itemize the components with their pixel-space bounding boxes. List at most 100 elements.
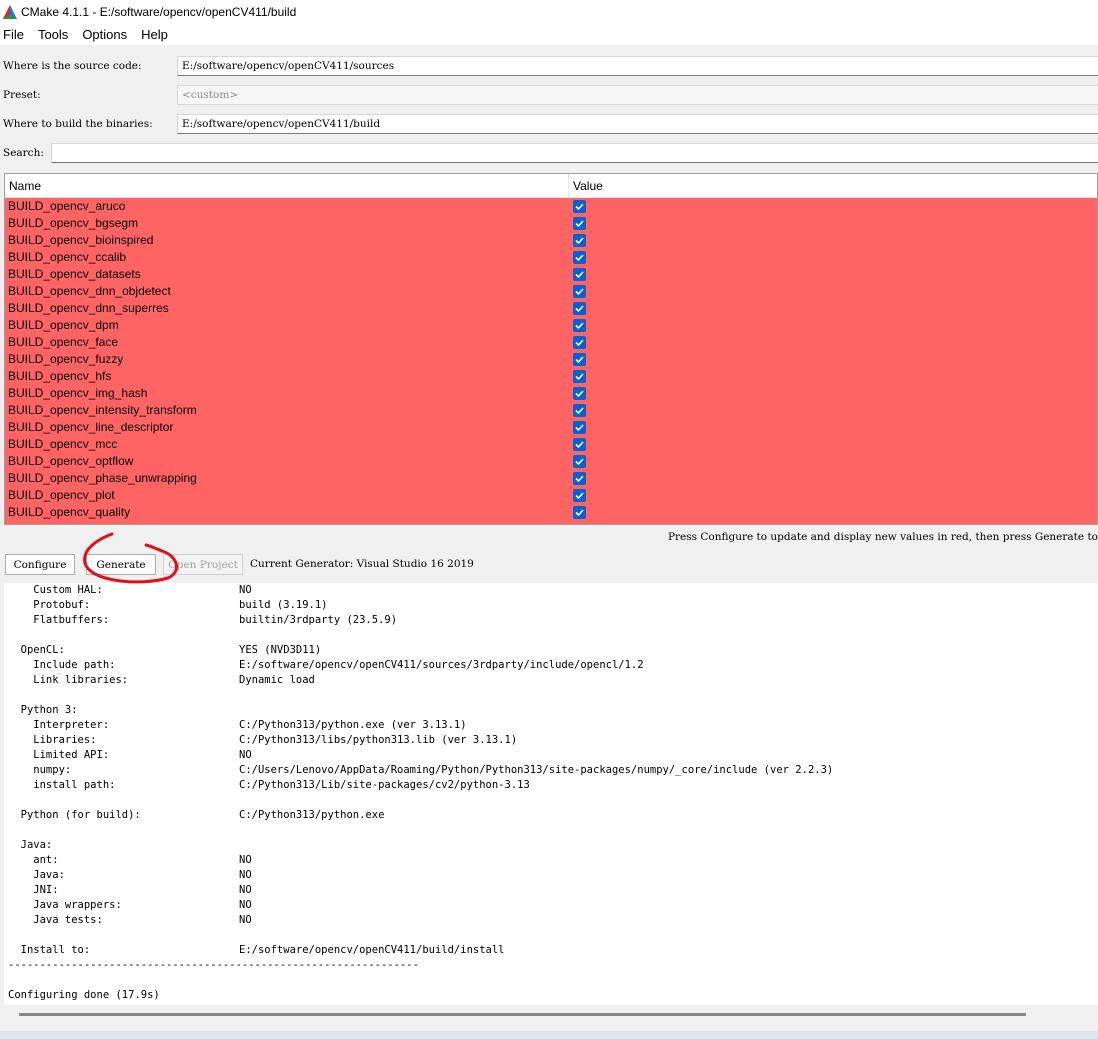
table-row[interactable]: BUILD_opencv_face — [5, 334, 1097, 351]
search-label: Search: — [3, 147, 44, 159]
cache-entry-value — [569, 215, 1097, 232]
table-body: BUILD_opencv_aruco BUILD_opencv_bgsegm BUI… — [5, 198, 1097, 524]
table-row[interactable]: BUILD_opencv_mcc — [5, 436, 1097, 453]
table-row[interactable]: BUILD_opencv_hfs — [5, 368, 1097, 385]
table-row[interactable]: BUILD_opencv_quality — [5, 504, 1097, 521]
output-line-value: E:/software/opencv/openCV411/build/insta… — [239, 944, 505, 956]
output-line-label: Custom HAL: — [8, 584, 103, 596]
checkbox-checked-icon[interactable] — [573, 472, 586, 485]
table-row[interactable]: BUILD_opencv_plot — [5, 487, 1097, 504]
output-line-label: ant: — [8, 854, 59, 866]
output-line-label: Interpreter: — [8, 719, 110, 731]
checkbox-checked-icon[interactable] — [573, 268, 586, 281]
table-row[interactable]: BUILD_opencv_dnn_objdetect — [5, 283, 1097, 300]
preset-field[interactable]: <custom> — [177, 85, 1098, 105]
output-line-label: Java: — [8, 869, 65, 881]
table-row[interactable]: BUILD_opencv_optflow — [5, 453, 1097, 470]
cache-entry-name: BUILD_opencv_mcc — [8, 437, 118, 451]
cache-entry-value — [569, 198, 1097, 215]
table-row[interactable]: BUILD_opencv_dpm — [5, 317, 1097, 334]
table-row[interactable]: BUILD_opencv_datasets — [5, 266, 1097, 283]
table-row[interactable]: BUILD_opencv_bioinspired — [5, 232, 1097, 249]
column-header-name[interactable]: Name — [5, 174, 569, 197]
checkbox-checked-icon[interactable] — [573, 319, 586, 332]
checkbox-checked-icon[interactable] — [573, 285, 586, 298]
cmake-triangle-icon — [3, 4, 17, 19]
taskbar-strip — [0, 1031, 1098, 1039]
menu-help[interactable]: Help — [138, 27, 176, 42]
output-line-label: Python (for build): — [8, 809, 141, 821]
output-horizontal-scrollbar[interactable] — [4, 1005, 1098, 1025]
checkbox-checked-icon[interactable] — [573, 370, 586, 383]
cache-entry-name: BUILD_opencv_bioinspired — [8, 233, 154, 247]
output-line-label: install path: — [8, 779, 116, 791]
checkbox-checked-icon[interactable] — [573, 251, 586, 264]
cache-entry-name: BUILD_opencv_quality — [8, 505, 131, 519]
cache-entry-name: BUILD_opencv_img_hash — [8, 386, 148, 400]
checkbox-checked-icon[interactable] — [573, 506, 586, 519]
table-row[interactable]: BUILD_opencv_intensity_transform — [5, 402, 1097, 419]
table-row[interactable]: BUILD_opencv_phase_unwrapping — [5, 470, 1097, 487]
table-row[interactable]: BUILD_opencv_dnn_superres — [5, 300, 1097, 317]
checkbox-checked-icon[interactable] — [573, 438, 586, 451]
table-row[interactable]: BUILD_opencv_bgsegm — [5, 215, 1097, 232]
output-line-label: Java tests: — [8, 914, 103, 926]
output-line-label: Limited API: — [8, 749, 110, 761]
output-log[interactable]: Custom HAL: NO Protobuf: build (3.19.1) Fl… — [4, 583, 1098, 1005]
cache-entry-name: BUILD_opencv_intensity_transform — [8, 403, 197, 417]
cache-entry-name: BUILD_opencv_datasets — [8, 267, 141, 281]
scrollbar-thumb[interactable] — [19, 1013, 1026, 1016]
generate-button[interactable]: Generate — [86, 554, 156, 575]
checkbox-checked-icon[interactable] — [573, 353, 586, 366]
output-line-value: builtin/3rdparty (23.5.9) — [239, 614, 398, 626]
menu-bar: File Tools Options Help — [0, 23, 1098, 45]
source-path-field[interactable]: E:/software/opencv/openCV411/sources — [177, 56, 1098, 76]
output-line-label: Link libraries: — [8, 674, 129, 686]
checkbox-checked-icon[interactable] — [573, 200, 586, 213]
configure-button[interactable]: Configure — [5, 554, 75, 575]
checkbox-checked-icon[interactable] — [573, 302, 586, 315]
build-path-field[interactable]: E:/software/opencv/openCV411/build — [177, 114, 1098, 134]
cache-entry-name: BUILD_opencv_dnn_superres — [8, 301, 169, 315]
cache-entry-name: BUILD_opencv_face — [8, 335, 119, 349]
cache-entry-name: BUILD_opencv_hfs — [8, 369, 112, 383]
cache-entry-name: BUILD_opencv_ccalib — [8, 250, 127, 264]
column-header-value[interactable]: Value — [569, 174, 1097, 197]
search-input[interactable] — [51, 143, 1098, 163]
table-row[interactable]: BUILD_opencv_img_hash — [5, 385, 1097, 402]
table-row[interactable]: BUILD_opencv_fuzzy — [5, 351, 1097, 368]
cache-entry-value — [569, 487, 1097, 504]
cache-entry-name: BUILD_opencv_dpm — [8, 318, 119, 332]
window-title: CMake 4.1.1 - E:/software/opencv/openCV4… — [21, 4, 297, 19]
cache-entry-value — [569, 266, 1097, 283]
table-row[interactable]: BUILD_opencv_aruco — [5, 198, 1097, 215]
output-line-value: NO — [239, 899, 252, 911]
output-line-value: C:/Python313/python.exe — [239, 809, 385, 821]
output-line-label: Install to: — [8, 944, 91, 956]
cache-entry-value — [569, 470, 1097, 487]
checkbox-checked-icon[interactable] — [573, 234, 586, 247]
menu-options[interactable]: Options — [79, 27, 135, 42]
cache-entry-value — [569, 402, 1097, 419]
output-line-value: NO — [239, 749, 252, 761]
output-line-value: YES (NVD3D11) — [239, 644, 322, 656]
table-row[interactable] — [5, 521, 1097, 524]
output-line-value: NO — [239, 884, 252, 896]
checkbox-checked-icon[interactable] — [573, 387, 586, 400]
cache-entry-value — [569, 232, 1097, 249]
checkbox-checked-icon[interactable] — [573, 217, 586, 230]
build-label: Where to build the binaries: — [3, 118, 153, 130]
checkbox-checked-icon[interactable] — [573, 404, 586, 417]
menu-file[interactable]: File — [0, 27, 32, 42]
cache-entry-name: BUILD_opencv_optflow — [8, 454, 134, 468]
output-line-label: Protobuf: — [8, 599, 91, 611]
menu-tools[interactable]: Tools — [35, 27, 76, 42]
output-line-value: NO — [239, 854, 252, 866]
checkbox-checked-icon[interactable] — [573, 455, 586, 468]
checkbox-checked-icon[interactable] — [573, 421, 586, 434]
table-row[interactable]: BUILD_opencv_line_descriptor — [5, 419, 1097, 436]
checkbox-checked-icon[interactable] — [573, 336, 586, 349]
table-row[interactable]: BUILD_opencv_ccalib — [5, 249, 1097, 266]
cache-entry-name: BUILD_opencv_aruco — [8, 199, 126, 213]
checkbox-checked-icon[interactable] — [573, 489, 586, 502]
